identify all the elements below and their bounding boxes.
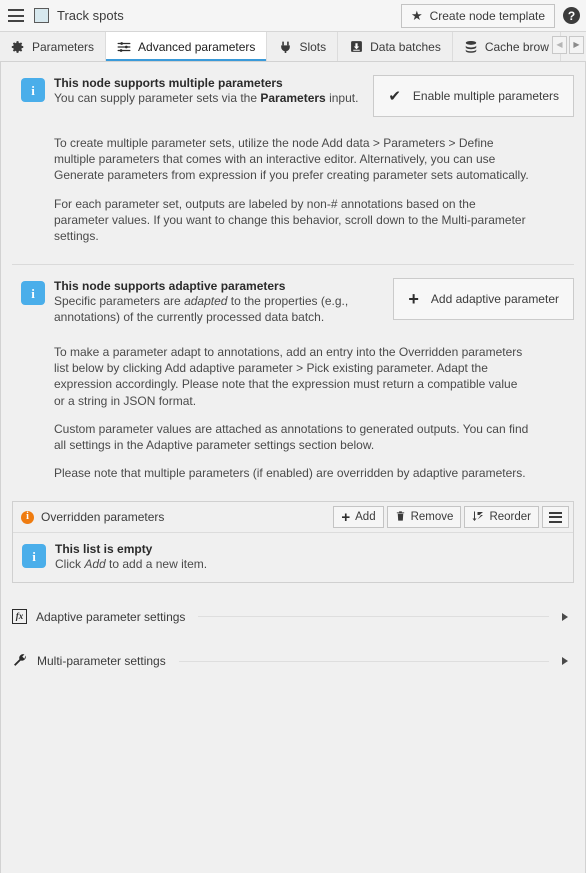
tab-parameters-label: Parameters	[32, 39, 95, 54]
adaptive-parameters-paragraph-1: To make a parameter adapt to annotations…	[54, 345, 523, 408]
adaptive-parameter-settings-section[interactable]: fx Adaptive parameter settings	[12, 609, 574, 625]
sliders-icon	[117, 40, 131, 54]
node-title: Track spots	[57, 8, 124, 23]
multiple-parameters-subtitle: You can supply parameter sets via the Pa…	[54, 91, 361, 107]
tab-data-batches-label: Data batches	[370, 39, 441, 54]
remove-button[interactable]: Remove	[386, 506, 462, 529]
tab-data-batches[interactable]: Data batches	[338, 32, 453, 61]
empty-prefix: Click	[55, 557, 85, 572]
tab-slots[interactable]: Slots	[267, 32, 339, 61]
chevron-right-icon[interactable]	[562, 657, 568, 666]
plus-icon: +	[408, 289, 419, 310]
fx-icon: fx	[12, 609, 27, 625]
banner-icon-slot: i	[12, 277, 54, 306]
overridden-parameters-title: Overridden parameters	[41, 510, 165, 525]
multi-parameter-settings-label: Multi-parameter settings	[37, 654, 166, 669]
tab-advanced-parameters-label: Advanced parameters	[138, 39, 256, 54]
multiple-parameters-paragraph-2: For each parameter set, outputs are labe…	[54, 196, 526, 243]
sort-icon	[472, 510, 484, 525]
subtitle-suffix: input.	[325, 91, 359, 105]
multiple-parameters-banner: i This node supports multiple parameters…	[12, 62, 574, 123]
empty-state-title: This list is empty	[55, 542, 153, 557]
reorder-button-label: Reorder	[489, 511, 531, 524]
tab-scroll-controls: ◀ ▶	[552, 36, 584, 54]
overridden-parameters-menu-button[interactable]	[542, 506, 569, 529]
subtitle-prefix: Specific parameters are	[54, 294, 185, 309]
multi-parameter-settings-section[interactable]: Multi-parameter settings	[12, 653, 574, 669]
info-icon: i	[21, 78, 45, 102]
section-rule	[198, 616, 549, 618]
section-rule	[178, 660, 549, 662]
add-button-label: Add	[355, 511, 376, 524]
inbox-download-icon	[349, 40, 363, 54]
orange-info-icon: i	[21, 510, 34, 524]
plus-icon: +	[341, 508, 351, 526]
add-adaptive-parameter-button[interactable]: + Add adaptive parameter	[393, 278, 574, 321]
info-icon: i	[21, 281, 45, 306]
database-icon	[464, 40, 478, 54]
wrench-icon	[12, 653, 28, 669]
create-node-template-button[interactable]: ★ Create node template	[400, 3, 555, 28]
adaptive-parameters-title: This node supports adaptive parameters	[54, 279, 286, 294]
gear-icon	[11, 40, 25, 54]
hamburger-menu-icon	[549, 511, 562, 523]
empty-suffix: to add a new item.	[105, 557, 208, 572]
tab-cache-browser-label: Cache brow	[484, 39, 549, 54]
multiple-parameters-title: This node supports multiple parameters	[54, 76, 283, 90]
multiple-parameters-paragraph-1: To create multiple parameter sets, utili…	[54, 136, 529, 183]
adaptive-parameters-paragraph-3: Please note that multiple parameters (if…	[54, 466, 526, 481]
subtitle-prefix: You can supply parameter sets via the	[54, 91, 261, 105]
tab-scroll-right-button[interactable]: ▶	[569, 36, 584, 54]
empty-state-icon-slot: i	[13, 542, 55, 569]
multiple-parameters-text: This node supports multiple parameters Y…	[54, 74, 373, 107]
tab-advanced-parameters[interactable]: Advanced parameters	[106, 32, 268, 61]
tab-parameters[interactable]: Parameters	[0, 32, 107, 61]
adaptive-parameter-settings-label: Adaptive parameter settings	[36, 609, 186, 624]
chevron-right-icon[interactable]	[562, 612, 568, 621]
tab-bar: Parameters Advanced parameters Slots Dat…	[0, 32, 586, 62]
main-menu-icon[interactable]	[8, 9, 24, 22]
subtitle-bold: Parameters	[260, 91, 326, 105]
adaptive-parameters-text: This node supports adaptive parameters S…	[54, 277, 393, 326]
tab-slots-label: Slots	[299, 39, 327, 54]
info-icon: i	[22, 544, 46, 569]
empty-list-state: i This list is empty Click Add to add a …	[13, 532, 573, 583]
adaptive-parameters-banner: i This node supports adaptive parameters…	[12, 265, 574, 332]
tab-scroll-left-button[interactable]: ◀	[552, 36, 567, 54]
empty-state-subtitle: Click Add to add a new item.	[55, 557, 207, 571]
enable-multiple-parameters-button[interactable]: ✔ Enable multiple parameters	[373, 75, 574, 117]
banner-icon-slot: i	[12, 74, 54, 102]
node-color-chip[interactable]	[34, 8, 49, 23]
help-icon[interactable]: ?	[563, 7, 580, 24]
window-header: Track spots ★ Create node template ?	[0, 0, 586, 32]
add-adaptive-parameter-label: Add adaptive parameter	[430, 292, 559, 307]
overridden-parameters-header: i Overridden parameters + Add Remove Reo…	[13, 502, 573, 532]
overridden-parameters-panel: i Overridden parameters + Add Remove Reo…	[12, 501, 574, 584]
trash-icon	[395, 510, 406, 525]
advanced-parameters-panel: i This node supports multiple parameters…	[0, 62, 586, 873]
subtitle-italic: adapted	[184, 294, 228, 309]
adaptive-parameters-paragraph-2: Custom parameter values are attached as …	[54, 421, 529, 452]
empty-italic-add: Add	[84, 557, 106, 572]
create-node-template-label: Create node template	[429, 8, 545, 23]
plug-icon	[278, 40, 292, 54]
check-icon: ✔	[388, 87, 401, 105]
tab-cache-browser[interactable]: Cache brow	[452, 32, 561, 61]
adaptive-parameters-subtitle: Specific parameters are adapted to the p…	[54, 294, 381, 326]
star-icon: ★	[410, 8, 423, 23]
empty-state-text: This list is empty Click Add to add a ne…	[55, 542, 207, 571]
reorder-button[interactable]: Reorder	[464, 506, 539, 529]
add-button[interactable]: + Add	[333, 506, 384, 529]
remove-button-label: Remove	[410, 511, 454, 524]
enable-multiple-parameters-label: Enable multiple parameters	[412, 89, 559, 103]
